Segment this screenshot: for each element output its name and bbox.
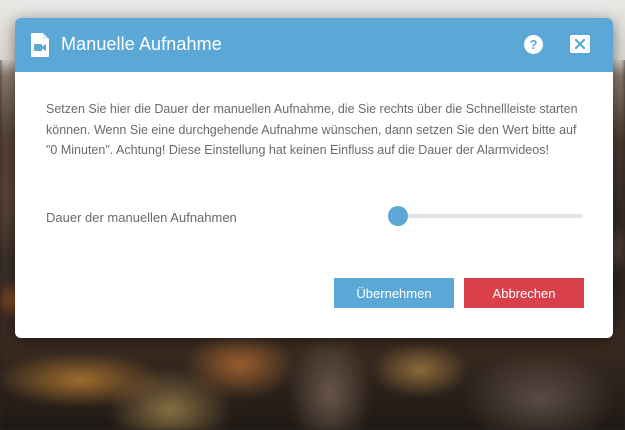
apply-button[interactable]: Übernehmen	[334, 278, 454, 308]
dialog-header: Manuelle Aufnahme ?	[15, 18, 613, 72]
slider-label: Dauer der manuellen Aufnahmen	[46, 210, 237, 225]
close-icon[interactable]	[570, 35, 590, 53]
help-icon[interactable]: ?	[524, 35, 543, 54]
manual-recording-dialog: Manuelle Aufnahme ? Setzen Sie hier die …	[15, 18, 613, 338]
duration-slider[interactable]	[388, 206, 583, 226]
slider-thumb[interactable]	[388, 206, 408, 226]
dialog-description: Setzen Sie hier die Dauer der manuellen …	[46, 102, 578, 157]
close-x-glyph	[575, 39, 585, 49]
cancel-button[interactable]: Abbrechen	[464, 278, 584, 308]
dialog-title: Manuelle Aufnahme	[61, 34, 222, 54]
video-file-icon	[31, 33, 49, 57]
